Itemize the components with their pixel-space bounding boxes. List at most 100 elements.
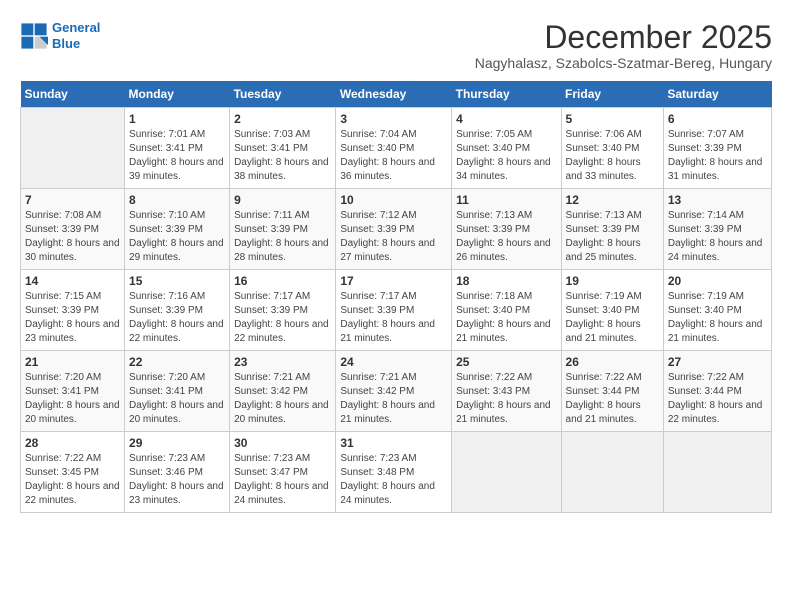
day-detail: Sunrise: 7:22 AM Sunset: 3:45 PM Dayligh…: [25, 452, 120, 508]
calendar-cell: 31 Sunrise: 7:23 AM Sunset: 3:48 PM Dayli…: [336, 432, 452, 513]
logo-line2: Blue: [52, 36, 80, 51]
week-row-2: 7 Sunrise: 7:08 AM Sunset: 3:39 PM Daylig…: [21, 189, 772, 270]
day-number: 24: [340, 355, 447, 369]
day-detail: Sunrise: 7:18 AM Sunset: 3:40 PM Dayligh…: [456, 290, 556, 346]
calendar-cell: 7 Sunrise: 7:08 AM Sunset: 3:39 PM Daylig…: [21, 189, 125, 270]
logo-text: General Blue: [52, 20, 100, 51]
day-number: 5: [566, 112, 659, 126]
calendar-cell: 13 Sunrise: 7:14 AM Sunset: 3:39 PM Dayli…: [663, 189, 771, 270]
day-detail: Sunrise: 7:21 AM Sunset: 3:42 PM Dayligh…: [234, 371, 331, 427]
main-title: December 2025: [475, 20, 772, 55]
weekday-header-wednesday: Wednesday: [336, 81, 452, 108]
day-number: 27: [668, 355, 767, 369]
page-header: General Blue December 2025 Nagyhalasz, S…: [20, 20, 772, 71]
calendar-cell: 6 Sunrise: 7:07 AM Sunset: 3:39 PM Daylig…: [663, 108, 771, 189]
day-number: 4: [456, 112, 556, 126]
calendar-cell: 30Sunrise: 7:23 AM Sunset: 3:47 PM Dayli…: [230, 432, 336, 513]
day-detail: Sunrise: 7:13 AM Sunset: 3:39 PM Dayligh…: [456, 209, 556, 265]
day-number: 13: [668, 193, 767, 207]
calendar-cell: 29Sunrise: 7:23 AM Sunset: 3:46 PM Dayli…: [125, 432, 230, 513]
day-detail: Sunrise: 7:04 AM Sunset: 3:40 PM Dayligh…: [340, 128, 447, 184]
calendar-cell: 3 Sunrise: 7:04 AM Sunset: 3:40 PM Daylig…: [336, 108, 452, 189]
day-number: 21: [25, 355, 120, 369]
calendar-cell: 10 Sunrise: 7:12 AM Sunset: 3:39 PM Dayli…: [336, 189, 452, 270]
weekday-header-monday: Monday: [125, 81, 230, 108]
day-detail: Sunrise: 7:23 AM Sunset: 3:48 PM Dayligh…: [340, 452, 447, 508]
week-row-4: 21 Sunrise: 7:20 AM Sunset: 3:41 PM Dayli…: [21, 351, 772, 432]
day-detail: Sunrise: 7:07 AM Sunset: 3:39 PM Dayligh…: [668, 128, 767, 184]
day-number: 8: [129, 193, 225, 207]
subtitle: Nagyhalasz, Szabolcs-Szatmar-Bereg, Hung…: [475, 55, 772, 71]
weekday-header-friday: Friday: [561, 81, 663, 108]
day-detail: Sunrise: 7:14 AM Sunset: 3:39 PM Dayligh…: [668, 209, 767, 265]
calendar-cell: [452, 432, 561, 513]
calendar-cell: 2Sunrise: 7:03 AM Sunset: 3:41 PM Daylig…: [230, 108, 336, 189]
day-detail: Sunrise: 7:21 AM Sunset: 3:42 PM Dayligh…: [340, 371, 447, 427]
day-number: 29: [129, 436, 225, 450]
day-number: 7: [25, 193, 120, 207]
weekday-header-sunday: Sunday: [21, 81, 125, 108]
weekday-header-tuesday: Tuesday: [230, 81, 336, 108]
calendar-cell: 8Sunrise: 7:10 AM Sunset: 3:39 PM Daylig…: [125, 189, 230, 270]
calendar-cell: 18 Sunrise: 7:18 AM Sunset: 3:40 PM Dayli…: [452, 270, 561, 351]
day-number: 6: [668, 112, 767, 126]
calendar-cell: 4Sunrise: 7:05 AM Sunset: 3:40 PM Daylig…: [452, 108, 561, 189]
day-number: 15: [129, 274, 225, 288]
calendar-cell: 16Sunrise: 7:17 AM Sunset: 3:39 PM Dayli…: [230, 270, 336, 351]
calendar-cell: 1Sunrise: 7:01 AM Sunset: 3:41 PM Daylig…: [125, 108, 230, 189]
logo: General Blue: [20, 20, 100, 51]
calendar-cell: 22 Sunrise: 7:20 AM Sunset: 3:41 PM Dayli…: [125, 351, 230, 432]
weekday-header-saturday: Saturday: [663, 81, 771, 108]
day-number: 23: [234, 355, 331, 369]
day-number: 16: [234, 274, 331, 288]
logo-icon: [20, 22, 48, 50]
calendar-cell: 26 Sunrise: 7:22 AM Sunset: 3:44 PM Dayli…: [561, 351, 663, 432]
day-number: 26: [566, 355, 659, 369]
day-number: 28: [25, 436, 120, 450]
day-number: 14: [25, 274, 120, 288]
calendar-cell: 15Sunrise: 7:16 AM Sunset: 3:39 PM Dayli…: [125, 270, 230, 351]
day-detail: Sunrise: 7:22 AM Sunset: 3:44 PM Dayligh…: [668, 371, 767, 427]
day-number: 22: [129, 355, 225, 369]
day-detail: Sunrise: 7:15 AM Sunset: 3:39 PM Dayligh…: [25, 290, 120, 346]
calendar-cell: 28 Sunrise: 7:22 AM Sunset: 3:45 PM Dayli…: [21, 432, 125, 513]
calendar-cell: 25 Sunrise: 7:22 AM Sunset: 3:43 PM Dayli…: [452, 351, 561, 432]
day-number: 10: [340, 193, 447, 207]
calendar-cell: 12 Sunrise: 7:13 AM Sunset: 3:39 PM Dayli…: [561, 189, 663, 270]
weekday-header-row: SundayMondayTuesdayWednesdayThursdayFrid…: [21, 81, 772, 108]
day-detail: Sunrise: 7:22 AM Sunset: 3:43 PM Dayligh…: [456, 371, 556, 427]
day-number: 18: [456, 274, 556, 288]
day-number: 19: [566, 274, 659, 288]
day-detail: Sunrise: 7:19 AM Sunset: 3:40 PM Dayligh…: [668, 290, 767, 346]
day-number: 25: [456, 355, 556, 369]
calendar-cell: 5Sunrise: 7:06 AM Sunset: 3:40 PM Daylig…: [561, 108, 663, 189]
day-number: 2: [234, 112, 331, 126]
calendar-cell: [21, 108, 125, 189]
calendar-cell: 21 Sunrise: 7:20 AM Sunset: 3:41 PM Dayli…: [21, 351, 125, 432]
day-detail: Sunrise: 7:13 AM Sunset: 3:39 PM Dayligh…: [566, 209, 659, 265]
day-number: 20: [668, 274, 767, 288]
day-detail: Sunrise: 7:11 AM Sunset: 3:39 PM Dayligh…: [234, 209, 331, 265]
day-number: 12: [566, 193, 659, 207]
week-row-3: 14 Sunrise: 7:15 AM Sunset: 3:39 PM Dayli…: [21, 270, 772, 351]
weekday-header-thursday: Thursday: [452, 81, 561, 108]
day-number: 17: [340, 274, 447, 288]
calendar-cell: 24 Sunrise: 7:21 AM Sunset: 3:42 PM Dayli…: [336, 351, 452, 432]
calendar-cell: 23 Sunrise: 7:21 AM Sunset: 3:42 PM Dayli…: [230, 351, 336, 432]
title-area: December 2025 Nagyhalasz, Szabolcs-Szatm…: [475, 20, 772, 71]
day-number: 31: [340, 436, 447, 450]
day-detail: Sunrise: 7:08 AM Sunset: 3:39 PM Dayligh…: [25, 209, 120, 265]
day-detail: Sunrise: 7:20 AM Sunset: 3:41 PM Dayligh…: [25, 371, 120, 427]
calendar-cell: 17 Sunrise: 7:17 AM Sunset: 3:39 PM Dayli…: [336, 270, 452, 351]
day-detail: Sunrise: 7:19 AM Sunset: 3:40 PM Dayligh…: [566, 290, 659, 346]
day-detail: Sunrise: 7:01 AM Sunset: 3:41 PM Dayligh…: [129, 128, 225, 184]
day-detail: Sunrise: 7:17 AM Sunset: 3:39 PM Dayligh…: [340, 290, 447, 346]
calendar-cell: 27 Sunrise: 7:22 AM Sunset: 3:44 PM Dayli…: [663, 351, 771, 432]
day-detail: Sunrise: 7:22 AM Sunset: 3:44 PM Dayligh…: [566, 371, 659, 427]
logo-line1: General: [52, 20, 100, 35]
day-detail: Sunrise: 7:20 AM Sunset: 3:41 PM Dayligh…: [129, 371, 225, 427]
day-number: 3: [340, 112, 447, 126]
day-number: 11: [456, 193, 556, 207]
calendar-cell: 20 Sunrise: 7:19 AM Sunset: 3:40 PM Dayli…: [663, 270, 771, 351]
day-detail: Sunrise: 7:12 AM Sunset: 3:39 PM Dayligh…: [340, 209, 447, 265]
